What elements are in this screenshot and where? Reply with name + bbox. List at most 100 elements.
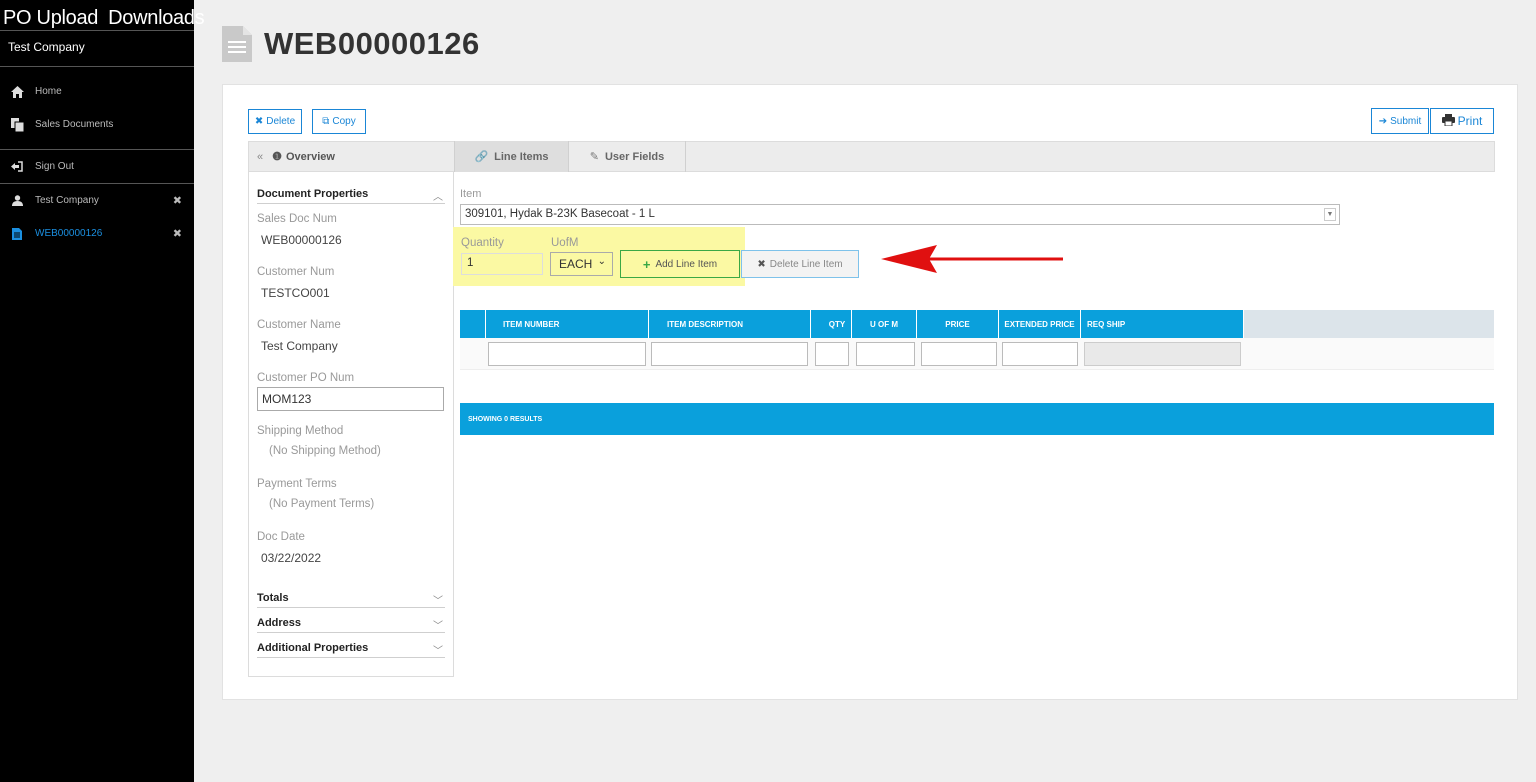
item-select-value: 309101, Hydak B-23K Basecoat - 1 L [465, 208, 655, 220]
copy-icon: ⧉ [322, 116, 330, 127]
extended-price-input[interactable] [1002, 342, 1078, 366]
page-header: WEB00000126 [222, 24, 480, 64]
close-icon[interactable]: ✖ [173, 227, 182, 240]
item-number-input[interactable] [488, 342, 646, 366]
copy-button[interactable]: ⧉ Copy [312, 109, 366, 134]
quantity-input[interactable]: 1 [461, 253, 543, 275]
sidebar-item-label: Home [35, 86, 62, 97]
arrow-right-icon: ➔ [1378, 115, 1388, 127]
print-button[interactable]: Print [1430, 108, 1494, 134]
delete-line-item-button[interactable]: ✖ Delete Line Item [741, 250, 859, 278]
add-line-item-button[interactable]: + Add Line Item [620, 250, 740, 278]
uofm-select-value: EACH [559, 257, 593, 271]
additional-properties-header[interactable]: Additional Properties ﹀ [257, 642, 445, 658]
tab-overview[interactable]: « ❶ Overview [249, 142, 454, 171]
document-panel: ✖ Delete ⧉ Copy ➔ Submit Print « ❶ Overv… [222, 84, 1518, 700]
brand-downloads[interactable]: Downloads [108, 7, 205, 29]
chevron-up-icon[interactable]: ︿ [433, 188, 443, 203]
document-properties-panel: Document Properties ︿ Sales Doc Num WEB0… [248, 172, 454, 677]
sidebar: PO Upload Downloads Test Company Home Sal… [0, 0, 205, 782]
column-price[interactable]: PRICE [917, 310, 999, 338]
column-qty[interactable]: QTY [811, 310, 852, 338]
user-icon [9, 195, 25, 206]
close-icon: ✖ [254, 116, 264, 127]
column-extended-price[interactable]: EXTENDED PRICE [999, 310, 1081, 338]
shipping-method-label: Shipping Method [257, 425, 344, 437]
price-input[interactable] [921, 342, 997, 366]
address-header[interactable]: Address ﹀ [257, 617, 445, 633]
add-line-item-label: Add Line Item [655, 258, 718, 270]
table-row [460, 338, 1494, 370]
column-u-of-m[interactable]: U OF M [852, 310, 917, 338]
link-icon: 🔗 [474, 151, 489, 163]
section-title: Additional Properties [257, 642, 369, 654]
sidebar-item-label: Test Company [35, 195, 99, 206]
delete-line-item-label: Delete Line Item [769, 258, 843, 270]
sidebar-item-label: WEB00000126 [35, 228, 103, 239]
sidebar-open-item-test-company[interactable]: Test Company ✖ [0, 184, 194, 217]
tab-line-items[interactable]: 🔗 Line Items [454, 141, 569, 172]
sales-doc-num-value: WEB00000126 [261, 233, 342, 247]
customer-name-label: Customer Name [257, 319, 341, 331]
edit-icon: ✎ [589, 151, 599, 163]
section-title: Address [257, 617, 302, 629]
customer-num-value: TESTCO001 [261, 286, 330, 300]
delete-button[interactable]: ✖ Delete [248, 109, 302, 134]
payment-terms-label: Payment Terms [257, 478, 337, 490]
totals-header[interactable]: Totals ﹀ [257, 592, 445, 608]
chevron-down-icon[interactable]: ﹀ [433, 642, 443, 657]
tab-line-items-label: Line Items [494, 150, 549, 163]
close-icon: ✖ [757, 258, 766, 270]
print-button-label: Print [1457, 114, 1483, 128]
sidebar-item-home[interactable]: Home [0, 75, 194, 108]
document-icon [9, 227, 25, 240]
sign-out-icon [9, 161, 25, 172]
chevron-down-icon[interactable]: ﹀ [433, 617, 443, 632]
column-item-number[interactable]: ITEM NUMBER [486, 310, 649, 338]
sidebar-item-sign-out[interactable]: Sign Out [0, 150, 194, 183]
documents-icon [9, 117, 25, 132]
results-bar: SHOWING 0 RESULTS [460, 403, 1494, 435]
home-icon [9, 85, 25, 98]
item-select[interactable]: 309101, Hydak B-23K Basecoat - 1 L ▼ [460, 204, 1340, 225]
plus-icon: + [642, 256, 651, 272]
column-item-description[interactable]: ITEM DESCRIPTION [649, 310, 811, 338]
info-icon: ❶ [272, 151, 282, 163]
uofm-select[interactable]: EACH ⌄ [550, 252, 613, 276]
line-items-grid-header: ITEM NUMBER ITEM DESCRIPTION QTY U OF M … [460, 310, 1494, 338]
tab-bar: « ❶ Overview 🔗 Line Items ✎ User Fields [248, 141, 1495, 172]
app-brand: PO Upload Downloads [0, 0, 205, 29]
customer-po-label: Customer PO Num [257, 372, 355, 384]
qty-input[interactable] [815, 342, 849, 366]
customer-po-field[interactable]: MOM123 [257, 387, 444, 411]
tab-user-fields-label: User Fields [604, 150, 665, 163]
item-label: Item [460, 188, 482, 200]
column-req-ship[interactable]: REQ SHIP [1081, 310, 1244, 338]
grid-select-column [460, 310, 486, 338]
document-properties-header[interactable]: Document Properties ︿ [257, 188, 445, 204]
u-of-m-input[interactable] [856, 342, 915, 366]
red-arrow-annotation [881, 245, 1063, 273]
current-company: Test Company [0, 30, 194, 66]
close-icon[interactable]: ✖ [173, 194, 182, 207]
sales-doc-num-label: Sales Doc Num [257, 213, 337, 225]
item-description-input[interactable] [651, 342, 808, 366]
sidebar-open-item-web00000126[interactable]: WEB00000126 ✖ [0, 217, 194, 250]
submit-button[interactable]: ➔ Submit [1371, 108, 1429, 134]
doc-date-value: 03/22/2022 [261, 551, 322, 565]
brand-po-upload[interactable]: PO Upload [3, 7, 98, 29]
print-icon [1441, 113, 1455, 129]
tab-user-fields[interactable]: ✎ User Fields [569, 141, 686, 172]
section-title: Totals [257, 592, 289, 604]
copy-button-label: Copy [332, 116, 356, 127]
customer-name-value: Test Company [261, 339, 338, 353]
sidebar-item-label: Sign Out [35, 161, 74, 172]
chevron-down-icon[interactable]: ﹀ [433, 592, 443, 607]
payment-terms-value: (No Payment Terms) [269, 498, 375, 510]
collapse-icon[interactable]: « [257, 151, 263, 163]
doc-date-label: Doc Date [257, 531, 305, 543]
sidebar-item-sales-documents[interactable]: Sales Documents [0, 108, 194, 141]
chevron-down-icon: ⌄ [597, 256, 606, 267]
uofm-label: UofM [551, 237, 579, 249]
dropdown-arrow-icon[interactable]: ▼ [1324, 208, 1336, 221]
